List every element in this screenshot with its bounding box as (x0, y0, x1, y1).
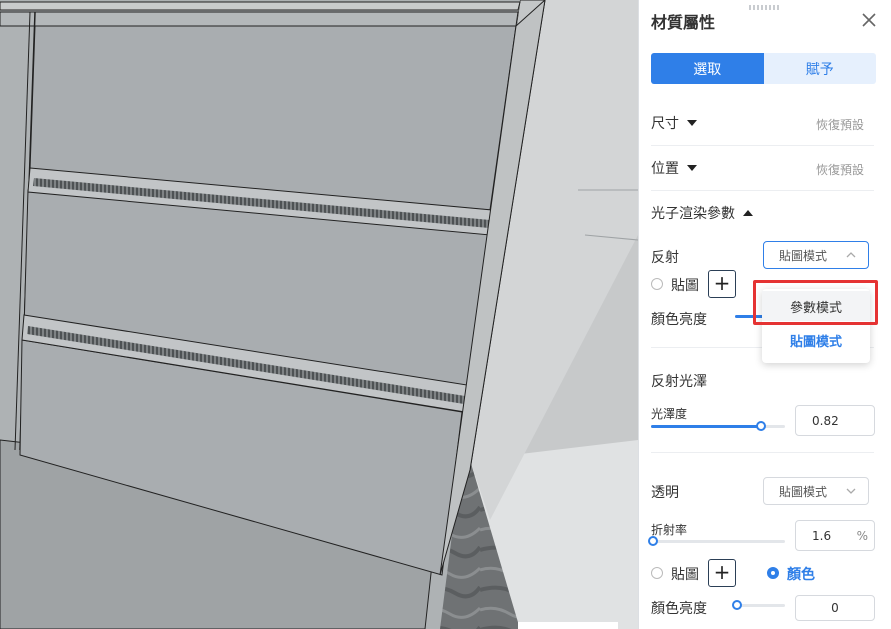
reflection-map-radio[interactable] (651, 278, 663, 290)
caret-up-icon (743, 210, 753, 216)
reflection-mode-value: 貼圖模式 (779, 248, 828, 263)
chevron-up-icon (846, 252, 856, 258)
reflection-add-map-button[interactable]: + (708, 270, 736, 298)
transparency-mode-select[interactable]: 貼圖模式 (763, 477, 869, 505)
transparency-brightness-label: 顏色亮度 (651, 601, 707, 617)
photon-section-toggle[interactable]: 光子渲染參數 (651, 203, 753, 223)
3d-viewport[interactable] (0, 0, 638, 629)
caret-down-icon (687, 165, 697, 171)
dropdown-option-parameter[interactable]: 參數模式 (762, 291, 870, 321)
divider (651, 452, 874, 453)
gloss-value: 0.82 (812, 413, 839, 428)
position-label: 位置 (651, 161, 679, 177)
tab-assign[interactable]: 賦予 (763, 53, 876, 84)
gloss-slider-fill (651, 425, 761, 428)
refraction-value: 1.6 (812, 528, 832, 543)
refraction-input[interactable]: 1.6 % (795, 520, 875, 551)
transparency-label: 透明 (651, 485, 679, 501)
gloss-input[interactable]: 0.82 (795, 405, 875, 436)
panel-title: 材質屬性 (651, 13, 716, 32)
close-icon[interactable] (861, 12, 877, 28)
transparency-color-radio[interactable] (767, 567, 779, 579)
transparency-brightness-thumb[interactable] (732, 600, 742, 610)
reflection-brightness-slider[interactable] (735, 315, 765, 318)
photon-label: 光子渲染參數 (651, 206, 735, 222)
divider (651, 145, 874, 146)
transparency-brightness-slider[interactable] (732, 600, 785, 610)
divider (651, 190, 874, 191)
chevron-down-icon (846, 488, 856, 494)
reflection-mode-select[interactable]: 貼圖模式 (763, 241, 869, 269)
transparency-map-radio[interactable] (651, 567, 663, 579)
gloss-label: 光澤度 (651, 407, 688, 421)
gloss-slider-thumb[interactable] (755, 421, 766, 431)
mode-tabs: 選取 賦予 (651, 53, 876, 84)
transparency-color-label: 顏色 (787, 567, 815, 583)
reflection-mode-dropdown: 參數模式 貼圖模式 (762, 289, 870, 363)
position-section-toggle[interactable]: 位置 (651, 158, 697, 178)
reflection-label: 反射 (651, 250, 679, 266)
drag-handle[interactable] (749, 5, 781, 10)
transparency-brightness-value: 0 (831, 601, 839, 615)
tab-select[interactable]: 選取 (651, 53, 764, 84)
caret-down-icon (687, 120, 697, 126)
size-reset-link[interactable]: 恢復預設 (816, 116, 864, 133)
refraction-slider[interactable] (648, 536, 785, 546)
reflection-brightness-label: 顏色亮度 (651, 312, 707, 328)
cabinet-render (0, 0, 638, 629)
transparency-map-label: 貼圖 (671, 567, 699, 583)
transparency-mode-value: 貼圖模式 (779, 484, 828, 499)
gloss-slider[interactable] (651, 421, 785, 431)
refraction-slider-thumb[interactable] (648, 536, 658, 546)
size-section-toggle[interactable]: 尺寸 (651, 113, 697, 133)
size-label: 尺寸 (651, 116, 679, 132)
dropdown-option-map[interactable]: 貼圖模式 (762, 325, 870, 355)
position-reset-link[interactable]: 恢復預設 (816, 161, 864, 178)
transparency-add-map-button[interactable]: + (708, 559, 736, 587)
transparency-brightness-input[interactable]: 0 (795, 595, 875, 621)
reflection-map-label: 貼圖 (671, 278, 699, 294)
refraction-label: 折射率 (651, 523, 688, 537)
gloss-section-label: 反射光澤 (651, 374, 707, 390)
refraction-unit: % (856, 528, 868, 543)
